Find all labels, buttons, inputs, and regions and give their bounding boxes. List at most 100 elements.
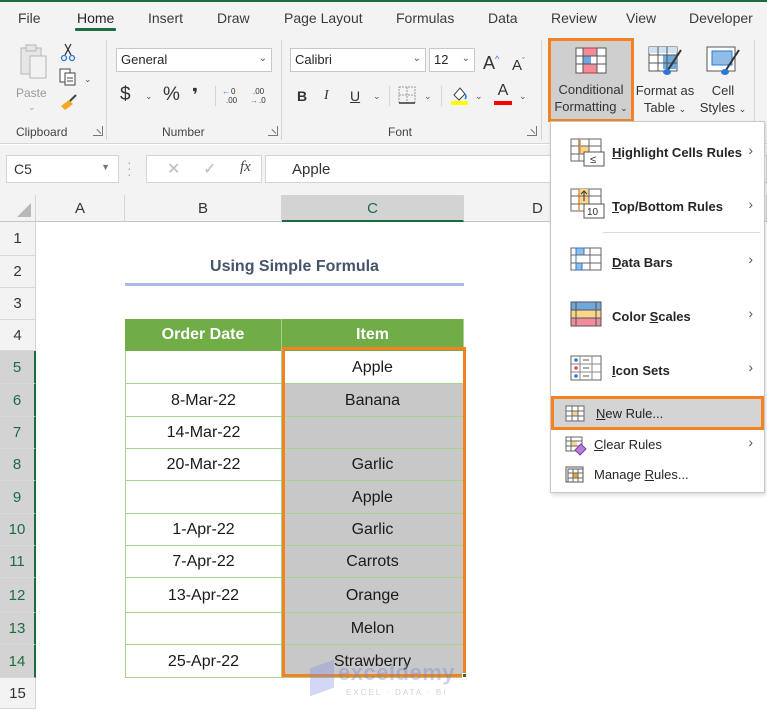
format-as-table-button[interactable]: Format as Table ⌄: [635, 40, 695, 122]
tab-page-layout[interactable]: Page Layout: [284, 10, 363, 26]
tab-insert[interactable]: Insert: [148, 10, 183, 26]
number-format-dropdown[interactable]: General ⌄: [116, 48, 272, 72]
row-header-5[interactable]: 5: [0, 351, 36, 384]
tab-file[interactable]: File: [18, 10, 41, 26]
order-date-cell[interactable]: 7-Apr-22: [125, 546, 282, 578]
header-order-date[interactable]: Order Date: [125, 319, 282, 351]
paste-button[interactable]: Paste ⌄: [14, 42, 52, 112]
order-date-cell[interactable]: 1-Apr-22: [125, 514, 282, 546]
item-cell[interactable]: Melon: [282, 613, 464, 645]
select-all-button[interactable]: [0, 195, 36, 222]
format-painter-icon[interactable]: [59, 94, 79, 112]
ribbon-divider: [215, 86, 216, 106]
currency-button[interactable]: $: [120, 85, 131, 105]
order-date-cell[interactable]: [125, 351, 282, 384]
column-header-c[interactable]: C: [282, 195, 464, 222]
row-header-2[interactable]: 2: [0, 256, 36, 288]
order-date-cell[interactable]: 13-Apr-22: [125, 578, 282, 613]
row-header-13[interactable]: 13: [0, 613, 36, 645]
tab-formulas[interactable]: Formulas: [396, 10, 454, 26]
row-header-11[interactable]: 11: [0, 546, 36, 578]
row-header-9[interactable]: 9: [0, 481, 36, 514]
row-header-12[interactable]: 12: [0, 578, 36, 613]
shrink-font-button[interactable]: Aˇ: [512, 51, 525, 76]
name-box[interactable]: C5 ▼: [6, 155, 119, 183]
increase-decimal-icon[interactable]: ← 0 .00: [222, 86, 244, 106]
tab-developer[interactable]: Developer: [689, 10, 753, 26]
item-cell[interactable]: Banana: [282, 384, 464, 417]
cell-styles-button[interactable]: Cell Styles ⌄: [697, 40, 749, 122]
tab-draw[interactable]: Draw: [217, 10, 250, 26]
column-header-b[interactable]: B: [125, 195, 282, 222]
order-date-cell[interactable]: 14-Mar-22: [125, 417, 282, 449]
menu-item-data-bars[interactable]: Data Bars ›: [552, 236, 763, 288]
underline-dropdown-icon[interactable]: ⌄: [373, 91, 381, 102]
row-header-14[interactable]: 14: [0, 645, 36, 678]
tab-view[interactable]: View: [626, 10, 656, 26]
enter-icon[interactable]: ✓: [203, 159, 216, 179]
item-cell[interactable]: Apple: [282, 351, 464, 384]
italic-button[interactable]: I: [324, 86, 329, 106]
currency-dropdown-icon[interactable]: ⌄: [145, 91, 153, 102]
row-header-6[interactable]: 6: [0, 384, 36, 417]
item-cell[interactable]: [282, 417, 464, 449]
percent-button[interactable]: %: [163, 85, 180, 105]
item-cell[interactable]: Apple: [282, 481, 464, 514]
item-cell[interactable]: Orange: [282, 578, 464, 613]
order-date-cell[interactable]: 25-Apr-22: [125, 645, 282, 678]
conditional-formatting-button[interactable]: Conditional Formatting ⌄: [548, 38, 634, 122]
row-header-3[interactable]: 3: [0, 288, 36, 320]
tab-data[interactable]: Data: [488, 10, 518, 26]
font-name-dropdown[interactable]: Calibri ⌄: [290, 48, 426, 72]
item-cell[interactable]: Carrots: [282, 546, 464, 578]
menu-item-top-bottom-rules[interactable]: 10 Top/Bottom Rules ›: [552, 182, 763, 232]
decrease-decimal-icon[interactable]: .00 → .0: [250, 86, 272, 106]
bold-button[interactable]: B: [297, 86, 307, 106]
font-launcher-icon[interactable]: [527, 126, 537, 136]
fill-color-icon[interactable]: [450, 85, 470, 105]
row-header-7[interactable]: 7: [0, 417, 36, 449]
font-color-button[interactable]: A: [494, 82, 512, 106]
font-color-dropdown-icon[interactable]: ⌄: [519, 91, 527, 102]
row-header-8[interactable]: 8: [0, 449, 36, 481]
menu-item-new-rule[interactable]: New Rule...: [551, 396, 764, 430]
group-separator: [106, 40, 107, 140]
grow-font-button[interactable]: A^: [483, 49, 499, 73]
tab-home[interactable]: Home: [74, 10, 117, 31]
fill-handle[interactable]: [462, 673, 467, 678]
order-date-cell[interactable]: 8-Mar-22: [125, 384, 282, 417]
comma-style-button[interactable]: ❜: [192, 85, 198, 105]
fill-color-dropdown-icon[interactable]: ⌄: [475, 91, 483, 102]
item-cell[interactable]: Garlic: [282, 449, 464, 481]
order-date-cell[interactable]: 20-Mar-22: [125, 449, 282, 481]
number-launcher-icon[interactable]: [268, 126, 278, 136]
underline-button[interactable]: U: [350, 86, 360, 106]
insert-function-icon[interactable]: fx: [240, 159, 251, 176]
row-header-4[interactable]: 4: [0, 320, 36, 351]
clipboard-launcher-icon[interactable]: [93, 126, 103, 136]
menu-item-color-scales[interactable]: Color Scales ›: [552, 290, 763, 342]
row-header-1[interactable]: 1: [0, 222, 36, 256]
tab-review[interactable]: Review: [551, 10, 597, 26]
row-header-10[interactable]: 10: [0, 514, 36, 546]
order-date-cell[interactable]: [125, 613, 282, 645]
menu-item-highlight-cells-rules[interactable]: ≤ Highlight Cells Rules ›: [552, 128, 763, 178]
copy-icon[interactable]: [59, 68, 77, 86]
borders-icon[interactable]: [398, 86, 416, 104]
menu-item-manage-rules[interactable]: Manage Rules...: [552, 460, 763, 490]
sheet-title[interactable]: Using Simple Formula: [125, 258, 464, 286]
font-size-dropdown[interactable]: 12 ⌄: [429, 48, 475, 72]
order-date-cell[interactable]: [125, 481, 282, 514]
row-header-15[interactable]: 15: [0, 678, 36, 709]
column-header-a[interactable]: A: [36, 195, 125, 222]
menu-item-clear-rules[interactable]: Clear Rules ›: [552, 430, 763, 460]
item-cell[interactable]: Garlic: [282, 514, 464, 546]
formula-bar-resize-handle[interactable]: · · ·: [127, 155, 132, 181]
name-box-dropdown-icon[interactable]: ▼: [101, 162, 110, 172]
cancel-icon[interactable]: ✕: [167, 159, 180, 179]
borders-dropdown-icon[interactable]: ⌄: [424, 91, 432, 102]
header-item[interactable]: Item: [282, 319, 464, 351]
cut-icon[interactable]: [60, 42, 76, 62]
menu-item-icon-sets[interactable]: Icon Sets ›: [552, 344, 763, 396]
copy-dropdown-icon[interactable]: ⌄: [84, 74, 92, 85]
